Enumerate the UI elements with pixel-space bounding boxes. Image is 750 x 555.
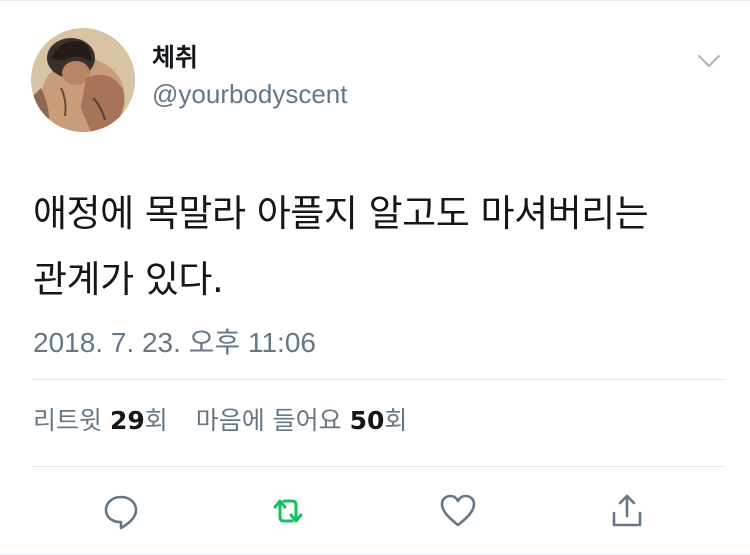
avatar[interactable] [31, 28, 135, 132]
share-button[interactable] [607, 491, 647, 531]
retweet-button[interactable] [268, 491, 308, 531]
engagement-stats: 리트윗 29회 마음에 들어요 50회 [33, 408, 407, 433]
user-handle[interactable]: @yourbodyscent [152, 81, 348, 107]
tweet-text-line: 애정에 목말라 아플지 알고도 마셔버리는 [33, 192, 649, 235]
retweets-count: 29 [109, 406, 145, 435]
timestamp[interactable]: 2018. 7. 23. 오후 11:06 [33, 321, 316, 361]
tweet-text: 애정에 목말라 아플지 알고도 마셔버리는 관계가 있다. [33, 181, 723, 313]
divider [33, 466, 725, 467]
likes-count: 50 [349, 406, 385, 435]
share-icon [612, 494, 642, 527]
retweets-stat[interactable]: 리트윗 29회 [33, 406, 176, 435]
likes-unit: 회 [384, 406, 408, 435]
retweets-label: 리트윗 [33, 406, 103, 435]
chevron-down-icon[interactable] [695, 51, 723, 71]
tweet-card: 체취 @yourbodyscent 애정에 목말라 아플지 알고도 마셔버리는 … [0, 0, 750, 555]
tweet-text-line: 관계가 있다. [33, 258, 224, 301]
retweets-unit: 회 [144, 406, 168, 435]
reply-button[interactable] [101, 491, 141, 531]
likes-stat[interactable]: 마음에 들어요 50회 [196, 406, 408, 435]
heart-icon [440, 494, 476, 527]
reply-icon [104, 495, 138, 530]
avatar-painting-icon [31, 28, 135, 132]
like-button[interactable] [438, 491, 478, 531]
display-name[interactable]: 체취 [152, 45, 198, 70]
likes-label: 마음에 들어요 [195, 406, 342, 435]
retweet-icon [273, 499, 303, 523]
divider [33, 379, 725, 380]
